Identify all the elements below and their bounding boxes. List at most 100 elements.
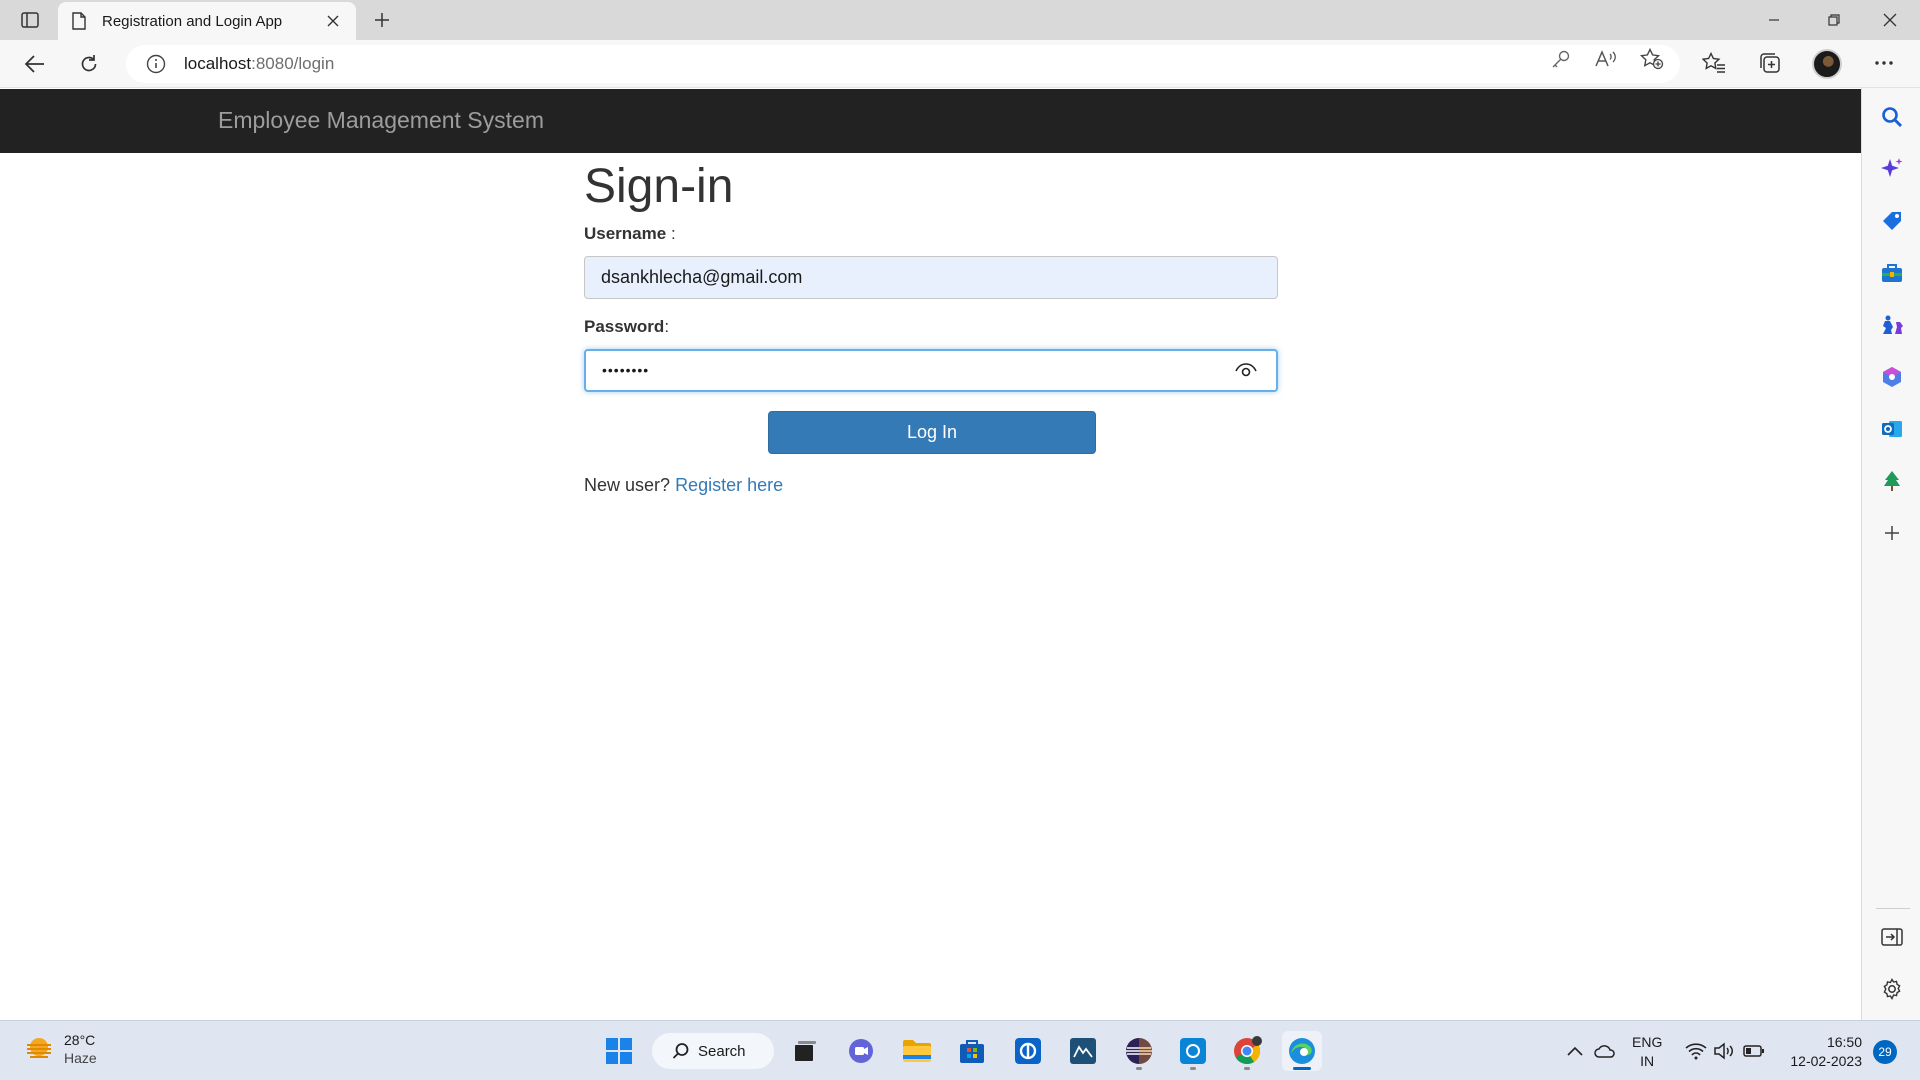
onedrive-icon[interactable]	[1594, 1041, 1616, 1061]
tab-title: Registration and Login App	[102, 12, 283, 30]
new-user-text: New user?	[584, 474, 671, 495]
app-brand[interactable]: Employee Management System	[218, 107, 544, 134]
eye-icon	[1235, 363, 1257, 377]
language-indicator[interactable]: ENG IN	[1632, 1033, 1662, 1071]
file-explorer-button[interactable]	[897, 1031, 937, 1071]
weather-widget[interactable]: 28°C Haze	[24, 1031, 97, 1067]
register-line: New user? Register here	[584, 475, 1280, 496]
settings-icon[interactable]	[1879, 976, 1905, 1002]
arrow-left-icon	[25, 55, 44, 73]
star-add-icon	[1640, 48, 1664, 70]
new-tab-button[interactable]	[368, 6, 396, 34]
minimize-icon	[1769, 19, 1779, 21]
username-label-text: Username	[584, 223, 667, 243]
close-icon	[1883, 13, 1897, 27]
start-button[interactable]	[599, 1031, 639, 1071]
app-button-blue[interactable]	[1008, 1031, 1048, 1071]
password-field[interactable]: ••••••••	[584, 348, 1278, 392]
add-favorite-button[interactable]	[1638, 47, 1666, 71]
show-hidden-icons-button[interactable]	[1564, 1041, 1586, 1061]
key-icon	[1552, 50, 1570, 68]
taskbar-search[interactable]: Search	[652, 1033, 774, 1069]
folder-icon	[903, 1040, 931, 1062]
running-indicator	[1190, 1067, 1196, 1070]
browser-toolbar: localhost:8080/login	[0, 40, 1920, 88]
hide-sidebar-icon[interactable]	[1879, 924, 1905, 950]
reveal-password-button[interactable]	[1232, 358, 1260, 382]
task-view-icon	[795, 1041, 816, 1061]
drop-tree-icon[interactable]	[1879, 468, 1905, 494]
chrome-button[interactable]	[1227, 1031, 1267, 1071]
edge-button[interactable]	[1282, 1031, 1322, 1071]
username-value: dsankhlecha@gmail.com	[601, 266, 803, 287]
task-view-button[interactable]	[785, 1031, 825, 1071]
volume-icon[interactable]	[1713, 1041, 1735, 1061]
eclipse-icon	[1126, 1038, 1152, 1064]
browser-tab-active[interactable]: Registration and Login App	[58, 2, 356, 40]
microsoft-store-button[interactable]	[952, 1031, 992, 1071]
address-bar[interactable]: localhost:8080/login	[126, 45, 1680, 83]
username-field[interactable]: dsankhlecha@gmail.com	[584, 255, 1278, 299]
app-cyan-icon	[1180, 1038, 1206, 1064]
password-label: Password:	[584, 317, 1280, 339]
close-window-button[interactable]	[1862, 0, 1918, 40]
search-icon[interactable]	[1879, 104, 1905, 130]
system-clock[interactable]: 16:50 12-02-2023	[1780, 1033, 1862, 1071]
mysql-workbench-icon	[1070, 1038, 1096, 1064]
minimize-button[interactable]	[1746, 0, 1802, 40]
windows-taskbar: 28°C Haze Search ENG IN 16:50 12-02-2023…	[0, 1020, 1920, 1080]
eclipse-button[interactable]	[1119, 1031, 1159, 1071]
password-key-button[interactable]	[1547, 47, 1575, 71]
page-viewport: Employee Management System Sign-in Usern…	[0, 89, 1861, 1020]
mysql-workbench-button[interactable]	[1063, 1031, 1103, 1071]
back-button[interactable]	[18, 48, 52, 80]
close-icon	[327, 15, 339, 27]
chrome-icon	[1234, 1036, 1262, 1065]
app-button-cyan[interactable]	[1173, 1031, 1213, 1071]
taskbar-search-label: Search	[698, 1042, 746, 1060]
edge-icon	[1289, 1038, 1315, 1064]
restore-button[interactable]	[1806, 0, 1862, 40]
app-navbar: Employee Management System	[0, 89, 1861, 153]
outlook-icon[interactable]	[1879, 416, 1905, 442]
favorites-button[interactable]	[1700, 51, 1728, 75]
username-label-colon: :	[666, 223, 676, 243]
tools-icon[interactable]	[1879, 260, 1905, 286]
notification-badge[interactable]: 29	[1873, 1040, 1897, 1064]
site-info-icon[interactable]	[144, 52, 168, 76]
store-icon	[960, 1040, 984, 1063]
microsoft-365-icon[interactable]	[1879, 364, 1905, 390]
shopping-tag-icon[interactable]	[1879, 208, 1905, 234]
register-link[interactable]: Register here	[675, 475, 783, 495]
browser-title-bar: Registration and Login App	[0, 0, 1920, 40]
add-icon[interactable]	[1879, 520, 1905, 546]
tab-close-button[interactable]	[322, 10, 344, 32]
login-form: Sign-in Username : dsankhlecha@gmail.com…	[584, 160, 1280, 496]
password-label-text: Password	[584, 316, 665, 336]
teams-chat-button[interactable]	[841, 1031, 881, 1071]
wifi-icon[interactable]	[1685, 1041, 1707, 1061]
tab-actions-icon	[21, 12, 39, 28]
login-button[interactable]: Log In	[768, 410, 1096, 454]
page-title: Sign-in	[584, 160, 734, 213]
refresh-icon	[81, 55, 97, 72]
refresh-button[interactable]	[72, 48, 106, 80]
battery-icon[interactable]	[1743, 1041, 1765, 1061]
read-aloud-button[interactable]	[1592, 47, 1620, 71]
language-line1: ENG	[1632, 1034, 1663, 1050]
page-icon	[70, 12, 88, 30]
sidebar-divider	[1876, 908, 1910, 909]
tab-actions-button[interactable]	[12, 6, 48, 34]
copilot-icon[interactable]	[1879, 156, 1905, 182]
collections-button[interactable]	[1756, 51, 1784, 75]
favorites-icon	[1702, 52, 1725, 73]
username-label: Username :	[584, 224, 1280, 246]
clock-date: 12-02-2023	[1790, 1053, 1862, 1069]
settings-more-button[interactable]	[1870, 51, 1898, 75]
more-icon	[1875, 61, 1893, 65]
password-value: ••••••••	[602, 362, 650, 379]
restore-icon	[1828, 14, 1840, 26]
url-host: localhost	[184, 54, 252, 73]
games-icon[interactable]	[1879, 312, 1905, 338]
profile-avatar[interactable]	[1812, 49, 1842, 79]
